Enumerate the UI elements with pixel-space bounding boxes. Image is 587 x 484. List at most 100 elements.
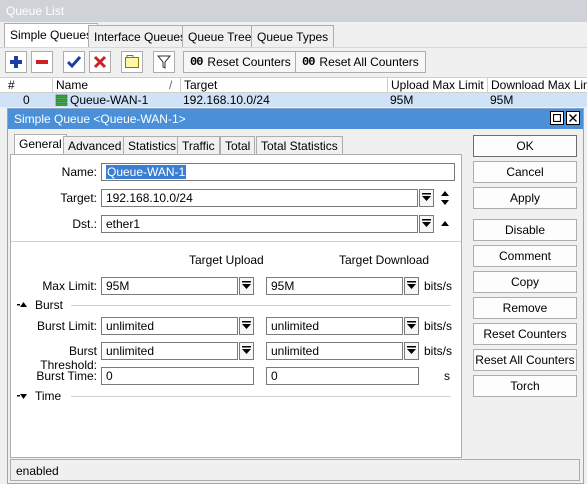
column-num[interactable]: #	[5, 78, 52, 93]
general-panel: Name: Queue-WAN-1 Target: 192.168.10.0/2…	[10, 154, 462, 458]
target-label: Target:	[60, 191, 97, 205]
dialog-title: Simple Queue <Queue-WAN-1>	[14, 112, 186, 126]
reset-all-counters-button[interactable]: 00 Reset All Counters	[295, 51, 426, 73]
table-row[interactable]: 0 Queue-WAN-1 192.168.10.0/24 95M 95M	[0, 93, 587, 107]
note-icon	[125, 55, 139, 68]
max-limit-download-field[interactable]: 95M	[266, 277, 403, 295]
tab-queue-tree[interactable]: Queue Tree	[182, 25, 258, 47]
copy-button[interactable]: Copy	[473, 271, 577, 293]
toolbar: 00 Reset Counters 00 Reset All Counters	[0, 47, 587, 75]
dropdown-icon	[422, 219, 431, 227]
target-upload-header: Target Upload	[189, 253, 264, 267]
tab-simple-queues[interactable]: Simple Queues	[4, 23, 99, 47]
burst-threshold-download-field[interactable]: unlimited	[266, 342, 403, 360]
burst-limit-upload-dropdown[interactable]	[239, 317, 254, 335]
comment-button[interactable]	[121, 51, 143, 73]
time-separator	[71, 396, 451, 397]
window-title: Queue List	[0, 0, 587, 22]
disable-button[interactable]	[89, 51, 111, 73]
reset-all-counters-button[interactable]: Reset All Counters	[473, 349, 577, 371]
burst-collapse-icon[interactable]	[17, 300, 27, 310]
column-download-max-limit[interactable]: Download Max Limit	[487, 78, 587, 93]
row-name-cell: Queue-WAN-1	[55, 93, 148, 107]
minus-icon	[36, 60, 48, 64]
remove-button[interactable]	[31, 51, 53, 73]
table-header: # Name / Target Upload Max Limit Downloa…	[0, 77, 587, 93]
tab-queue-types[interactable]: Queue Types	[251, 25, 335, 47]
max-limit-label: Max Limit:	[42, 279, 97, 293]
dropdown-icon	[407, 346, 416, 354]
check-icon	[67, 56, 81, 69]
target-field[interactable]: 192.168.10.0/24	[101, 189, 418, 207]
apply-button[interactable]: Apply	[473, 187, 577, 209]
disable-button[interactable]: Disable	[473, 219, 577, 241]
column-name[interactable]: Name /	[52, 78, 180, 93]
tab-interface-queues[interactable]: Interface Queues	[88, 25, 193, 47]
remove-button[interactable]: Remove	[473, 297, 577, 319]
tab-bar: Simple Queues Interface Queues Queue Tre…	[0, 22, 587, 47]
reset-counters-button[interactable]: 00 Reset Counters	[183, 51, 298, 73]
dialog-tab-advanced[interactable]: Advanced	[63, 136, 127, 155]
ok-button[interactable]: OK	[473, 135, 577, 157]
row-num: 0	[23, 93, 30, 107]
dropdown-icon	[422, 193, 431, 201]
burst-limit-upload-field[interactable]: unlimited	[101, 317, 238, 335]
name-value: Queue-WAN-1	[106, 165, 187, 179]
dialog-tab-total[interactable]: Total	[220, 136, 256, 155]
dialog-tab-statistics[interactable]: Statistics	[123, 136, 182, 155]
target-updown-icon[interactable]	[439, 189, 451, 207]
dst-dropdown-button[interactable]	[419, 215, 434, 233]
cancel-button[interactable]: Cancel	[473, 161, 577, 183]
dialog-title-bar[interactable]: Simple Queue <Queue-WAN-1>	[8, 109, 583, 129]
burst-threshold-label: Burst Threshold:	[40, 344, 97, 372]
dropdown-icon	[242, 346, 251, 354]
burst-section-label[interactable]: Burst	[35, 298, 63, 312]
dropdown-icon	[242, 321, 251, 329]
max-limit-unit: bits/s	[424, 279, 453, 293]
burst-separator	[71, 305, 451, 306]
add-button[interactable]	[5, 51, 27, 73]
burst-threshold-download-dropdown[interactable]	[404, 342, 419, 360]
simple-queue-dialog: Simple Queue <Queue-WAN-1> General Advan…	[7, 108, 584, 484]
burst-limit-download-field[interactable]: unlimited	[266, 317, 403, 335]
burst-limit-download-dropdown[interactable]	[404, 317, 419, 335]
time-expand-icon[interactable]	[17, 391, 29, 401]
comment-button[interactable]: Comment	[473, 245, 577, 267]
time-section-label[interactable]: Time	[35, 389, 61, 403]
row-download-max-limit: 95M	[490, 93, 514, 107]
dialog-tab-general[interactable]: General	[14, 134, 67, 155]
reset-counters-label: Reset Counters	[207, 55, 291, 69]
burst-threshold-upload-field[interactable]: unlimited	[101, 342, 238, 360]
maximize-icon[interactable]	[550, 111, 564, 125]
target-dropdown-button[interactable]	[419, 189, 434, 207]
dialog-tab-total-statistics[interactable]: Total Statistics	[256, 136, 343, 155]
counter-icon: 00	[190, 55, 203, 69]
dst-collapse-icon[interactable]	[439, 215, 451, 233]
burst-time-upload-field[interactable]: 0	[101, 367, 254, 385]
row-target: 192.168.10.0/24	[183, 93, 270, 107]
filter-button[interactable]	[153, 51, 175, 73]
row-upload-max-limit: 95M	[390, 93, 414, 107]
name-field[interactable]: Queue-WAN-1	[101, 163, 455, 181]
status-bar: enabled	[10, 459, 580, 481]
dropdown-icon	[407, 321, 416, 329]
close-icon[interactable]	[566, 111, 580, 125]
burst-threshold-upload-dropdown[interactable]	[239, 342, 254, 360]
max-limit-upload-field[interactable]: 95M	[101, 277, 238, 295]
dst-label: Dst.:	[72, 217, 97, 231]
plus-icon	[10, 56, 22, 68]
max-limit-upload-dropdown[interactable]	[239, 277, 254, 295]
row-name: Queue-WAN-1	[70, 93, 149, 107]
column-upload-max-limit[interactable]: Upload Max Limit	[387, 78, 487, 93]
torch-button[interactable]: Torch	[473, 375, 577, 397]
name-label: Name:	[61, 165, 97, 179]
reset-counters-button[interactable]: Reset Counters	[473, 323, 577, 345]
enable-button[interactable]	[63, 51, 85, 73]
dialog-tab-traffic[interactable]: Traffic	[177, 136, 220, 155]
burst-time-unit: s	[444, 369, 450, 383]
dst-field[interactable]: ether1	[101, 215, 418, 233]
sort-indicator: /	[169, 78, 173, 92]
column-target[interactable]: Target	[180, 78, 387, 93]
burst-time-download-field[interactable]: 0	[266, 367, 419, 385]
max-limit-download-dropdown[interactable]	[404, 277, 419, 295]
